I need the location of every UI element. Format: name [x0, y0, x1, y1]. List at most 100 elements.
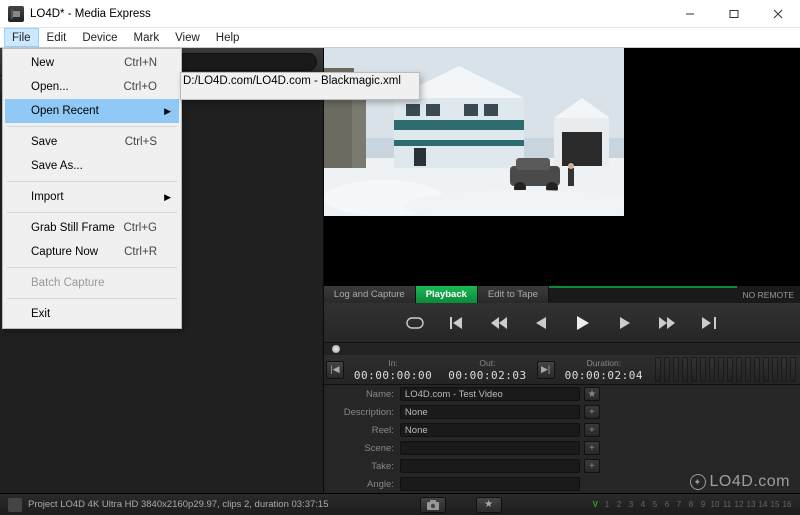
menu-view[interactable]: View [167, 28, 208, 47]
minimize-button[interactable] [668, 0, 712, 27]
loop-button[interactable] [404, 312, 426, 334]
audio-slider[interactable] [790, 357, 796, 382]
star-icon[interactable]: ★ [584, 387, 600, 401]
menu-grab-label: Grab Still Frame [31, 222, 115, 234]
desc-field[interactable]: None [400, 405, 580, 419]
audio-slider[interactable] [664, 357, 670, 382]
out-timecode: Out: 00:00:02:03 [448, 358, 526, 382]
menu-open-label: Open... [31, 81, 69, 93]
out-value[interactable]: 00:00:02:03 [448, 369, 526, 382]
angle-field[interactable] [400, 477, 580, 491]
mark-out-button[interactable]: ▶| [537, 361, 555, 379]
watermark: ✦ LO4D.com [690, 473, 790, 491]
audio-slider[interactable] [700, 357, 706, 382]
menu-new-label: New [31, 57, 54, 69]
recent-file-item[interactable]: D:/LO4D.com/LO4D.com - Blackmagic.xml [183, 75, 417, 97]
take-field[interactable] [400, 459, 580, 473]
ch-label: 7 [674, 500, 684, 509]
tab-log-capture[interactable]: Log and Capture [324, 286, 416, 303]
duration-timecode: Duration: 00:00:02:04 [565, 358, 643, 382]
shuttle-slider[interactable] [324, 343, 800, 355]
menu-device[interactable]: Device [74, 28, 125, 47]
file-menu-dropdown: New Ctrl+N Open... Ctrl+O Open Recent ▶ … [2, 48, 182, 329]
scene-field[interactable] [400, 441, 580, 455]
play-button[interactable] [572, 312, 594, 334]
menu-save-label: Save [31, 136, 57, 148]
go-start-button[interactable] [446, 312, 468, 334]
in-value[interactable]: 00:00:00:00 [354, 369, 432, 382]
audio-slider[interactable] [682, 357, 688, 382]
menu-separator [7, 267, 177, 268]
menu-grab-still[interactable]: Grab Still Frame Ctrl+G [5, 216, 179, 240]
menu-save-as-label: Save As... [31, 160, 83, 172]
plus-icon[interactable]: + [584, 423, 600, 437]
audio-slider[interactable] [655, 357, 661, 382]
audio-slider[interactable] [763, 357, 769, 382]
menu-help[interactable]: Help [208, 28, 248, 47]
menu-separator [7, 212, 177, 213]
ch-label: 9 [698, 500, 708, 509]
app-icon [8, 6, 24, 22]
status-center: ★ [329, 497, 593, 513]
plus-icon[interactable]: + [584, 405, 600, 419]
menu-new-shortcut: Ctrl+N [124, 57, 157, 69]
menu-mark[interactable]: Mark [126, 28, 168, 47]
mode-tabs: Log and Capture Playback Edit to Tape NO… [324, 285, 800, 303]
audio-slider[interactable] [718, 357, 724, 382]
audio-slider[interactable] [772, 357, 778, 382]
ch-label: 11 [722, 500, 732, 509]
plus-icon[interactable]: + [584, 459, 600, 473]
ch-label: 13 [746, 500, 756, 509]
plus-icon[interactable]: + [584, 441, 600, 455]
menu-capture-now[interactable]: Capture Now Ctrl+R [5, 240, 179, 264]
menu-open-recent[interactable]: Open Recent ▶ [5, 99, 179, 123]
menu-grab-shortcut: Ctrl+G [123, 222, 157, 234]
menu-edit[interactable]: Edit [39, 28, 75, 47]
audio-slider[interactable] [736, 357, 742, 382]
ch-label: 5 [650, 500, 660, 509]
audio-slider[interactable] [754, 357, 760, 382]
tab-edit-to-tape[interactable]: Edit to Tape [478, 286, 549, 303]
menu-exit[interactable]: Exit [5, 302, 179, 326]
tab-playback[interactable]: Playback [416, 286, 478, 303]
menu-capture-label: Capture Now [31, 246, 98, 258]
capture-still-button[interactable] [420, 497, 446, 513]
menu-open-recent-label: Open Recent [31, 105, 99, 117]
ch-label: 6 [662, 500, 672, 509]
name-field[interactable]: LO4D.com - Test Video [400, 387, 580, 401]
take-label: Take: [324, 461, 400, 472]
audio-slider[interactable] [709, 357, 715, 382]
step-back-button[interactable] [530, 312, 552, 334]
favorite-button[interactable]: ★ [476, 497, 502, 513]
shuttle-knob[interactable] [332, 345, 340, 353]
menu-batch-label: Batch Capture [31, 277, 105, 289]
audio-slider[interactable] [691, 357, 697, 382]
audio-slider[interactable] [727, 357, 733, 382]
ch-label: 8 [686, 500, 696, 509]
reel-field[interactable]: None [400, 423, 580, 437]
video-indicator: V [593, 500, 598, 509]
go-end-button[interactable] [698, 312, 720, 334]
rewind-button[interactable] [488, 312, 510, 334]
step-fwd-button[interactable] [614, 312, 636, 334]
close-button[interactable] [756, 0, 800, 27]
menu-save-as[interactable]: Save As... [5, 154, 179, 178]
ch-label: 3 [626, 500, 636, 509]
menu-save[interactable]: Save Ctrl+S [5, 130, 179, 154]
meta-scene-row: Scene: + [324, 439, 800, 457]
maximize-button[interactable] [712, 0, 756, 27]
audio-slider[interactable] [745, 357, 751, 382]
window-title: LO4D* - Media Express [30, 8, 668, 20]
fast-fwd-button[interactable] [656, 312, 678, 334]
menu-new[interactable]: New Ctrl+N [5, 51, 179, 75]
mark-in-button[interactable]: |◀ [326, 361, 344, 379]
audio-slider[interactable] [673, 357, 679, 382]
menu-batch-capture: Batch Capture [5, 271, 179, 295]
menu-capture-shortcut: Ctrl+R [124, 246, 157, 258]
ch-label: 14 [758, 500, 768, 509]
menu-open[interactable]: Open... Ctrl+O [5, 75, 179, 99]
audio-slider[interactable] [781, 357, 787, 382]
menu-import[interactable]: Import ▶ [5, 185, 179, 209]
duration-label: Duration: [587, 358, 622, 368]
menu-file[interactable]: File [4, 28, 39, 47]
